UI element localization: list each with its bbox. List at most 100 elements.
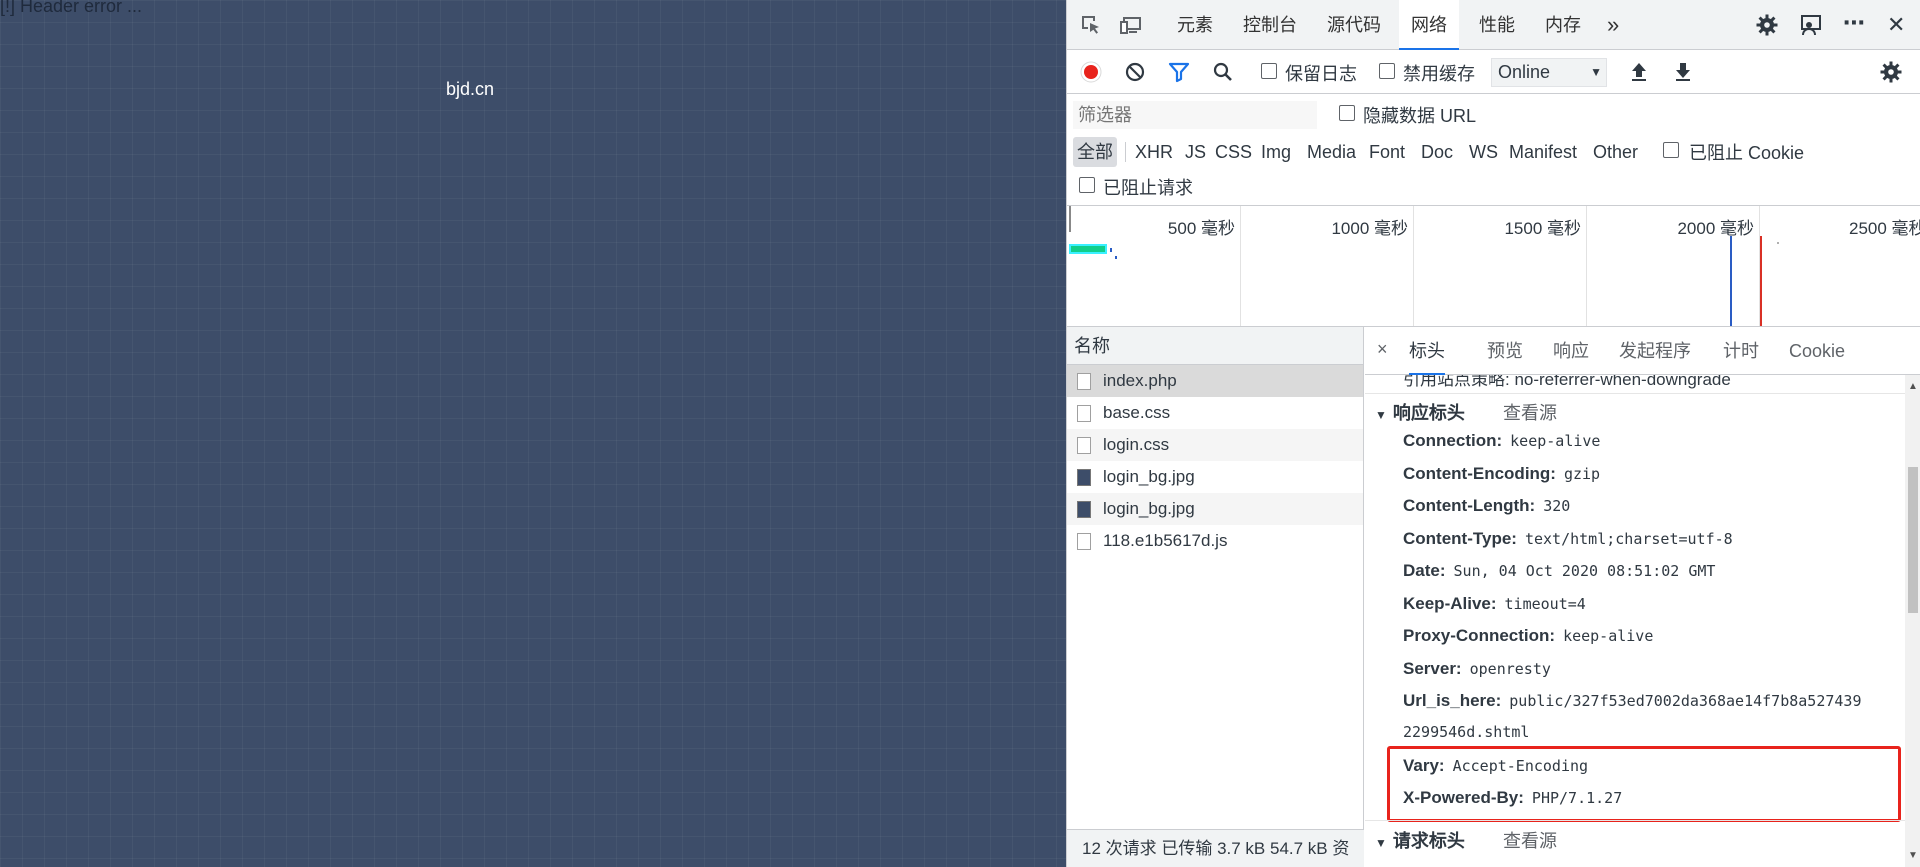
device-toolbar-icon[interactable] (1119, 13, 1143, 37)
devtools-main-tabbar: 元素 控制台 源代码 网络 性能 内存 » ⋯ ✕ (1067, 0, 1920, 50)
tab-console[interactable]: 控制台 (1243, 0, 1297, 50)
export-har-icon[interactable] (1671, 60, 1695, 84)
record-icon[interactable] (1079, 60, 1103, 84)
disable-cache-label: 禁用缓存 (1403, 64, 1475, 84)
view-source-link[interactable]: 查看源 (1503, 827, 1557, 853)
document-file-icon (1077, 373, 1091, 390)
site-name-text: bjd.cn (446, 79, 495, 99)
tab-sources[interactable]: 源代码 (1327, 0, 1381, 50)
settings-gear-icon[interactable] (1755, 13, 1779, 37)
devtools-panel: 元素 控制台 源代码 网络 性能 内存 » ⋯ ✕ 保留日志 禁用缓存 Onli… (1066, 0, 1920, 867)
tick-line (1413, 206, 1414, 326)
network-settings-gear-icon[interactable] (1879, 60, 1903, 84)
timeline-overview[interactable]: 500 毫秒 1000 毫秒 1500 毫秒 2000 毫秒 2500 毫秒 (1067, 206, 1920, 327)
filter-funnel-icon[interactable] (1167, 60, 1191, 84)
request-row[interactable]: login_bg.jpg (1067, 493, 1363, 525)
details-scrollbar[interactable]: ▲ ▼ (1905, 375, 1920, 867)
close-devtools-icon[interactable]: ✕ (1887, 13, 1911, 37)
tick-label: 2000 毫秒 (1677, 219, 1754, 238)
header-row: Content-Encoding: gzip (1403, 464, 1601, 483)
filter-bar: 隐藏数据 URL 全部 XHR JS CSS Img Media Font Do… (1067, 94, 1920, 206)
tab-network[interactable]: 网络 (1399, 0, 1459, 50)
import-har-icon[interactable] (1627, 60, 1651, 84)
blocked-requests-label: 已阻止请求 (1103, 178, 1193, 198)
tab-elements[interactable]: 元素 (1177, 0, 1213, 50)
type-filter-xhr[interactable]: XHR (1135, 137, 1173, 167)
document-file-icon (1077, 533, 1091, 550)
type-filter-other[interactable]: Other (1593, 137, 1638, 167)
type-filter-doc[interactable]: Doc (1421, 137, 1453, 167)
section-divider (1365, 820, 1905, 821)
tab-memory[interactable]: 内存 (1545, 0, 1581, 50)
disable-cache-checkbox[interactable] (1379, 63, 1395, 79)
more-options-icon[interactable]: ⋯ (1843, 12, 1867, 37)
response-headers-section[interactable]: ▼ 响应标头 (1375, 399, 1465, 425)
network-toolbar: 保留日志 禁用缓存 Online ▼ (1067, 50, 1920, 94)
request-name: login_bg.jpg (1103, 499, 1195, 518)
tab-headers[interactable]: 标头 (1409, 327, 1445, 375)
type-filter-all[interactable]: 全部 (1073, 137, 1117, 167)
request-waterfall-bar (1110, 248, 1112, 252)
header-row: Proxy-Connection: keep-alive (1403, 626, 1654, 645)
image-file-icon (1077, 501, 1091, 518)
tick-label: 1000 毫秒 (1331, 219, 1408, 238)
request-name: base.css (1103, 403, 1171, 422)
filter-input[interactable] (1073, 101, 1317, 129)
url-is-here-header-row-continued: 2299546d.shtml (1403, 723, 1530, 741)
type-filter-js[interactable]: JS (1185, 137, 1206, 167)
blocked-cookies-label: 已阻止 Cookie (1689, 143, 1805, 163)
request-row[interactable]: base.css (1067, 397, 1363, 429)
header-row: Content-Type: text/html;charset=utf-8 (1403, 529, 1733, 548)
header-row: X-Powered-By: PHP/7.1.27 (1403, 788, 1623, 807)
header-row: Connection: keep-alive (1403, 431, 1601, 450)
view-source-link[interactable]: 查看源 (1503, 399, 1557, 425)
request-row[interactable]: index.php (1067, 365, 1363, 397)
scrollbar-thumb[interactable] (1908, 467, 1918, 613)
network-summary-status: 12 次请求 已传输 3.7 kB 54.7 kB 资 (1067, 829, 1364, 867)
type-filter-manifest[interactable]: Manifest (1509, 137, 1577, 167)
feedback-icon[interactable] (1799, 13, 1823, 37)
preserve-log-checkbox[interactable] (1261, 63, 1277, 79)
type-filter-css[interactable]: CSS (1215, 137, 1252, 167)
document-file-icon (1077, 405, 1091, 422)
tab-initiator[interactable]: 发起程序 (1619, 327, 1691, 375)
type-filter-divider (1125, 142, 1126, 162)
header-row: Date: Sun, 04 Oct 2020 08:51:02 GMT (1403, 561, 1716, 580)
tab-response[interactable]: 响应 (1553, 327, 1589, 375)
clear-icon[interactable] (1123, 60, 1147, 84)
request-waterfall-bar (1069, 244, 1107, 254)
expand-triangle-icon: ▼ (1375, 836, 1387, 850)
type-filter-font[interactable]: Font (1369, 137, 1405, 167)
request-row[interactable]: login_bg.jpg (1067, 461, 1363, 493)
tab-preview[interactable]: 预览 (1487, 327, 1523, 375)
more-tabs-button[interactable]: » (1607, 0, 1619, 50)
hide-data-url-checkbox[interactable] (1339, 105, 1355, 121)
request-row[interactable]: login.css (1067, 429, 1363, 461)
scroll-up-arrow-icon[interactable]: ▲ (1908, 381, 1918, 392)
name-column-header[interactable]: 名称 (1067, 327, 1363, 365)
request-row[interactable]: 118.e1b5617d.js (1067, 525, 1363, 557)
request-headers-section[interactable]: ▼ 请求标头 (1375, 827, 1465, 853)
tab-cookies[interactable]: Cookie (1789, 327, 1845, 375)
dropdown-arrow-icon: ▼ (1590, 65, 1602, 79)
tick-label: 500 毫秒 (1167, 219, 1235, 238)
close-details-icon[interactable]: × (1377, 339, 1388, 360)
partial-header-row: 引用站点策略: no-referrer-when-downgrade (1403, 375, 1731, 389)
header-row: Content-Length: 320 (1403, 496, 1571, 515)
tab-timing[interactable]: 计时 (1723, 327, 1759, 375)
search-icon[interactable] (1211, 60, 1235, 84)
blocked-requests-checkbox[interactable] (1079, 177, 1095, 193)
type-filter-ws[interactable]: WS (1469, 137, 1498, 167)
request-waterfall-bar (1115, 256, 1117, 259)
request-name: login.css (1103, 435, 1170, 454)
tab-performance[interactable]: 性能 (1479, 0, 1515, 50)
scroll-down-arrow-icon[interactable]: ▼ (1908, 850, 1918, 861)
header-row: Keep-Alive: timeout=4 (1403, 594, 1586, 613)
type-filter-img[interactable]: Img (1261, 137, 1291, 167)
dom-content-loaded-line (1730, 236, 1732, 326)
inspect-element-icon[interactable] (1079, 13, 1103, 37)
request-name: index.php (1103, 371, 1177, 390)
throttling-select[interactable]: Online ▼ (1491, 58, 1607, 87)
type-filter-media[interactable]: Media (1307, 137, 1356, 167)
blocked-cookies-checkbox[interactable] (1663, 142, 1679, 158)
